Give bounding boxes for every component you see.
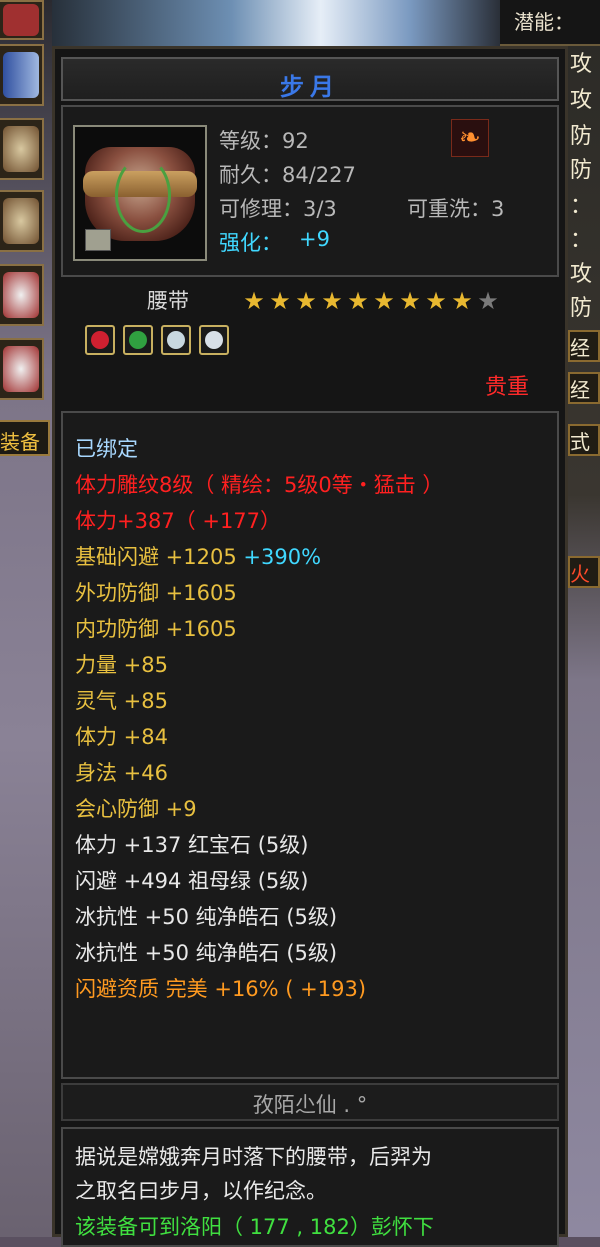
description-panel: 据说是嫦娥奔月时落下的腰带，后羿为 之取名曰步月，以作纪念。 该装备可到洛阳（ … [61,1127,559,1247]
attribute-panel: 已绑定 体力雕纹8级（ 精绘：5级0等・猛击 ） 体力+387（ +177） 基… [61,411,559,1079]
character-portrait-background [52,0,500,50]
star-icon: ★ [347,287,369,315]
gem-jade-icon [199,325,229,355]
background-left [0,0,52,1237]
gem-ruby-icon [85,325,115,355]
item-icon-frame [73,125,207,261]
equip-slot-1[interactable] [0,0,44,40]
craftsman-name: 孜陌尐仙 . ° [252,1093,368,1117]
item-tooltip: 步月 等级：92 耐久：84/227 可修理：3/3 可重洗：3 强化： +9 … [52,46,568,1247]
item-icon [3,4,39,36]
background-right [568,0,600,1237]
star-empty-icon: ★ [477,287,499,315]
crit-defense: 会心防御 +9 [75,797,197,821]
equip-tab-label: 装备 [0,430,40,454]
star-icon: ★ [269,287,291,315]
star-icon: ★ [373,287,395,315]
dodge-aptitude: 闪避资质 完美 +16% ( +193) [75,977,367,1001]
right-label: 防 [570,124,593,149]
dodge-attribute: 基础闪避 +1205 +390% [75,541,321,571]
star-icon: ★ [451,287,473,315]
dodge-percent: +390% [243,545,322,569]
equip-slot-belt-1[interactable] [0,118,44,180]
gem-line: 闪避 +494 祖母绿 (5级) [75,869,309,893]
title-bar: 步月 [61,57,559,101]
lock-icon [85,229,111,251]
internal-defense: 内功防御 +1605 [75,617,237,641]
item-reroll: 可重洗：3 [407,197,505,221]
spirit-attribute: 灵气 +85 [75,689,168,713]
fire-button[interactable]: 火 [568,556,600,588]
description-line: 据说是嫦娥奔月时落下的腰带，后羿为 [75,1145,432,1169]
star-icon: ★ [295,287,317,315]
agility-attribute: 身法 +46 [75,761,168,785]
belt-icon [3,198,39,244]
belt-vine [115,157,171,233]
belt-icon [3,126,39,172]
star-icon: ★ [425,287,447,315]
star-rating: ★ ★ ★ ★ ★ ★ ★ ★ ★ ★ [241,287,501,315]
right-label: 攻 [570,262,593,287]
right-label: 防 [570,296,593,321]
strength-attribute: 力量 +85 [75,653,168,677]
enhance-label: 强化： [219,231,282,255]
stamina-bonus: 体力 +84 [75,725,168,749]
flame-emblem-icon: ❧ [451,119,489,157]
external-defense: 外功防御 +1605 [75,581,237,605]
right-label: 防 [570,158,593,183]
right-button[interactable]: 式 [568,424,600,456]
right-button[interactable]: 经 [568,372,600,404]
quality-label: 贵重 [484,375,529,400]
craftsman-signature: 孜陌尐仙 . ° [61,1083,559,1121]
star-icon: ★ [243,287,265,315]
item-durability: 耐久：84/227 [219,163,356,187]
item-repair: 可修理：3/3 [219,197,337,221]
gem-line: 体力 +137 红宝石 (5级) [75,833,309,857]
item-level: 等级：92 [219,129,309,153]
carving-attribute: 体力雕纹8级（ 精绘：5级0等・猛击 ） [75,473,444,497]
right-label: ： [570,194,593,219]
item-type: 腰带 [147,289,189,313]
ring-icon [3,346,39,392]
equip-slot-ring-2[interactable] [0,338,44,400]
stamina-attribute: 体力+387（ +177） [75,509,282,533]
ring-icon [3,272,39,318]
enhance-value: +9 [299,227,330,251]
star-icon: ★ [321,287,343,315]
gem-emerald-icon [123,325,153,355]
equip-slot-boots[interactable] [0,44,44,106]
right-label: 攻 [570,52,593,77]
item-info-panel: 等级：92 耐久：84/227 可修理：3/3 可重洗：3 强化： +9 ❧ [61,105,559,277]
equip-slot-ring-1[interactable] [0,264,44,326]
right-label: 攻 [570,88,593,113]
item-type-row: 腰带 ★ ★ ★ ★ ★ ★ ★ ★ ★ ★ 贵重 [61,279,559,407]
gem-line: 冰抗性 +50 纯净皓石 (5级) [75,941,338,965]
description-line: 之取名曰步月，以作纪念。 [75,1179,327,1203]
gem-line: 冰抗性 +50 纯净皓石 (5级) [75,905,338,929]
right-label: ： [570,228,593,253]
item-name: 步月 [280,73,340,101]
gem-jade-icon [161,325,191,355]
bound-status: 已绑定 [75,437,138,461]
star-icon: ★ [399,287,421,315]
right-button[interactable]: 经 [568,330,600,362]
potential-label: 潜能： [514,10,574,34]
dodge-value: 基础闪避 +1205 [75,545,237,569]
boots-icon [3,52,39,98]
equip-tab[interactable]: 装备 [0,420,50,456]
potential-bar: 潜能： [500,0,600,46]
equip-slot-belt-2[interactable] [0,190,44,252]
